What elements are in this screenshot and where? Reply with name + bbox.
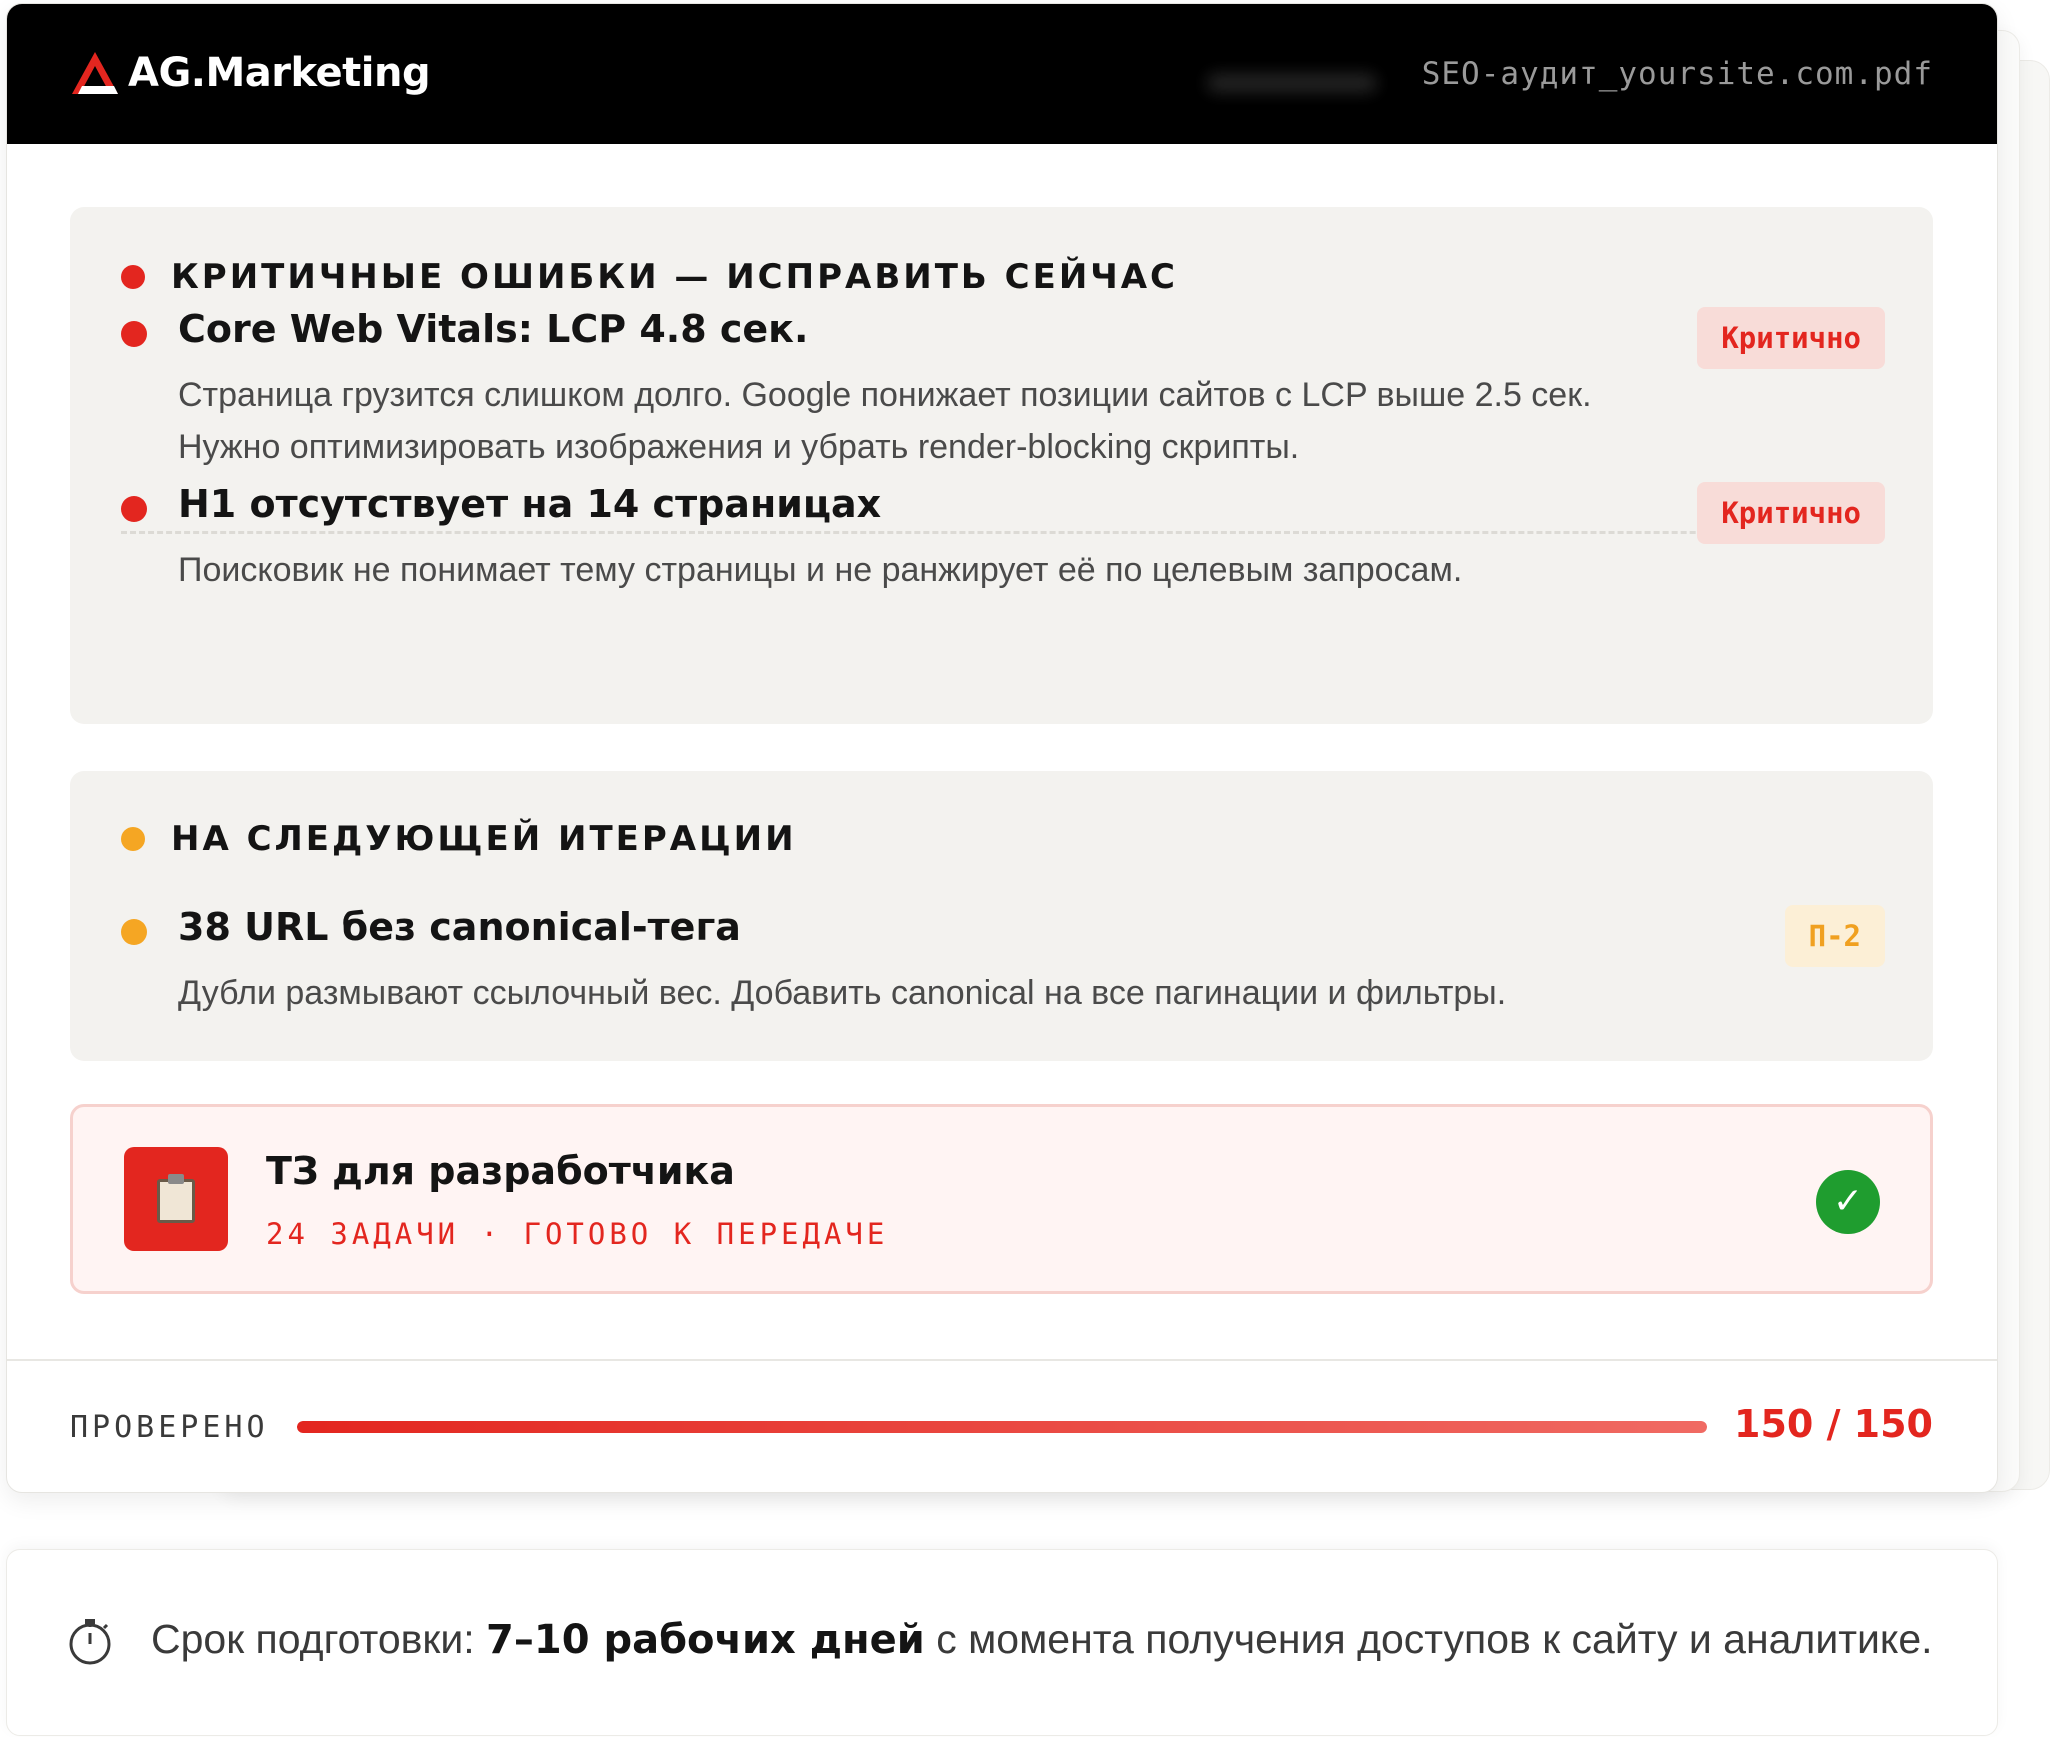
developer-spec-card: ТЗ для разработчика 24 ЗАДАЧИ · ГОТОВО К…	[70, 1104, 1933, 1294]
issue-description-line: Нужно оптимизировать изображения и убрат…	[178, 428, 1300, 466]
logo-text: AG.Marketing	[128, 50, 431, 96]
logo-triangle-icon	[72, 52, 118, 94]
issue-item: 38 URL без canonical-тега Дубли размываю…	[121, 905, 1885, 1025]
issue-description: Страница грузится слишком долго. Google …	[178, 369, 1718, 473]
issue-title: H1 отсутствует на 14 страницах	[178, 482, 882, 526]
red-dot-icon	[121, 321, 147, 347]
document-header: AG.Marketing SEO-аудит_yoursite.com.pdf	[7, 4, 1997, 144]
issue-description-line: Поисковик не понимает тему страницы и не…	[178, 551, 1463, 589]
progress-count: 150 / 150	[1734, 1402, 1933, 1446]
critical-section-title: КРИТИЧНЫЕ ОШИБКИ — ИСПРАВИТЬ СЕЙЧАС	[121, 257, 1178, 297]
issue-item: Core Web Vitals: LCP 4.8 сек. Страница г…	[121, 307, 1885, 477]
blurred-smudge	[1207, 74, 1377, 92]
issue-description: Дубли размывают ссылочный вес. Добавить …	[178, 967, 1718, 1019]
critical-badge: Критично	[1697, 482, 1885, 544]
next-iteration-panel: НА СЛЕДУЮЩЕЙ ИТЕРАЦИИ 38 URL без canonic…	[70, 771, 1933, 1061]
issue-description-line: Дубли размывают ссылочный вес. Добавить …	[178, 974, 1507, 1012]
issue-description: Поисковик не понимает тему страницы и не…	[178, 544, 1718, 596]
red-dot-icon	[121, 496, 147, 522]
spec-title: ТЗ для разработчика	[266, 1149, 735, 1193]
next-section-title: НА СЛЕДУЮЩЕЙ ИТЕРАЦИИ	[121, 819, 797, 859]
section-title-text: КРИТИЧНЫЕ ОШИБКИ — ИСПРАВИТЬ СЕЙЧАС	[171, 257, 1179, 297]
orange-dot-icon	[121, 919, 147, 945]
stopwatch-icon	[69, 1619, 111, 1665]
footer-divider	[7, 1359, 1997, 1361]
progress-bar	[297, 1421, 1707, 1433]
audit-document: AG.Marketing SEO-аудит_yoursite.com.pdf …	[6, 3, 1998, 1493]
critical-errors-panel: КРИТИЧНЫЕ ОШИБКИ — ИСПРАВИТЬ СЕЙЧАС Core…	[70, 207, 1933, 724]
brand-logo: AG.Marketing	[70, 50, 431, 96]
critical-badge: Критично	[1697, 307, 1885, 369]
section-title-text: НА СЛЕДУЮЩЕЙ ИТЕРАЦИИ	[171, 819, 797, 859]
timeline-suffix: с момента получения доступов к сайту и а…	[924, 1616, 1933, 1662]
spec-subtitle: 24 ЗАДАЧИ · ГОТОВО К ПЕРЕДАЧЕ	[266, 1217, 889, 1251]
issue-description-line: Страница грузится слишком долго. Google …	[178, 376, 1592, 414]
timeline-prefix: Срок подготовки:	[151, 1616, 487, 1662]
progress-fill	[297, 1421, 1707, 1433]
priority-badge: П-2	[1784, 905, 1885, 967]
red-dot-icon	[121, 265, 145, 289]
orange-dot-icon	[121, 827, 145, 851]
progress-label: ПРОВЕРЕНО	[70, 1410, 269, 1445]
timeline-note: Срок подготовки: 7–10 рабочих дней с мом…	[6, 1549, 1998, 1736]
issue-item: H1 отсутствует на 14 страницах Поисковик…	[121, 482, 1885, 602]
issue-title: 38 URL без canonical-тега	[178, 905, 741, 949]
issue-title: Core Web Vitals: LCP 4.8 сек.	[178, 307, 809, 351]
check-icon: ✓	[1816, 1170, 1880, 1234]
timeline-text: Срок подготовки: 7–10 рабочих дней с мом…	[151, 1616, 1933, 1663]
clipboard-icon	[124, 1147, 228, 1251]
file-name: SEO-аудит_yoursite.com.pdf	[1421, 56, 1933, 92]
timeline-duration: 7–10 рабочих дней	[486, 1617, 925, 1663]
